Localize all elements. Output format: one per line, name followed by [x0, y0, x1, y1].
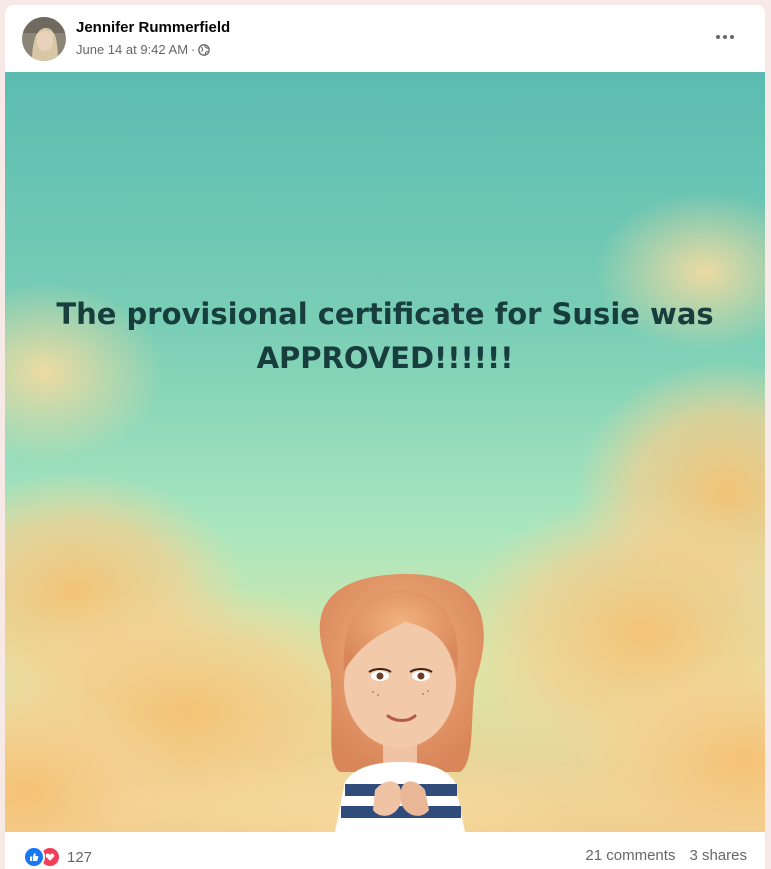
shares-count[interactable]: 3 shares — [689, 847, 747, 864]
post-message-line2: APPROVED!!!!!! — [256, 341, 514, 375]
reactions-summary[interactable]: 127 — [23, 846, 92, 868]
post-message-line1: The provisional certificate for Susie wa… — [56, 297, 714, 331]
globe-icon[interactable] — [198, 43, 211, 56]
post-meta: June 14 at 9:42 AM · — [76, 42, 211, 57]
post-card: Jennifer Rummerfield June 14 at 9:42 AM … — [5, 5, 765, 869]
like-icon — [23, 846, 45, 868]
post-image[interactable]: The provisional certificate for Susie wa… — [5, 72, 765, 832]
post-message: The provisional certificate for Susie wa… — [45, 292, 725, 380]
reaction-count: 127 — [67, 848, 93, 866]
post-timestamp[interactable]: June 14 at 9:42 AM — [76, 42, 188, 57]
author-avatar[interactable] — [22, 17, 66, 61]
author-name[interactable]: Jennifer Rummerfield — [76, 19, 230, 36]
post-header: Jennifer Rummerfield June 14 at 9:42 AM … — [5, 5, 765, 72]
post-footer: 127 21 comments 3 shares — [5, 832, 765, 869]
engagement-counts: 21 comments 3 shares — [585, 847, 747, 864]
sky-background — [5, 72, 765, 832]
more-options-icon[interactable] — [707, 27, 743, 47]
comments-count[interactable]: 21 comments — [585, 847, 675, 864]
meta-separator: · — [191, 42, 196, 57]
